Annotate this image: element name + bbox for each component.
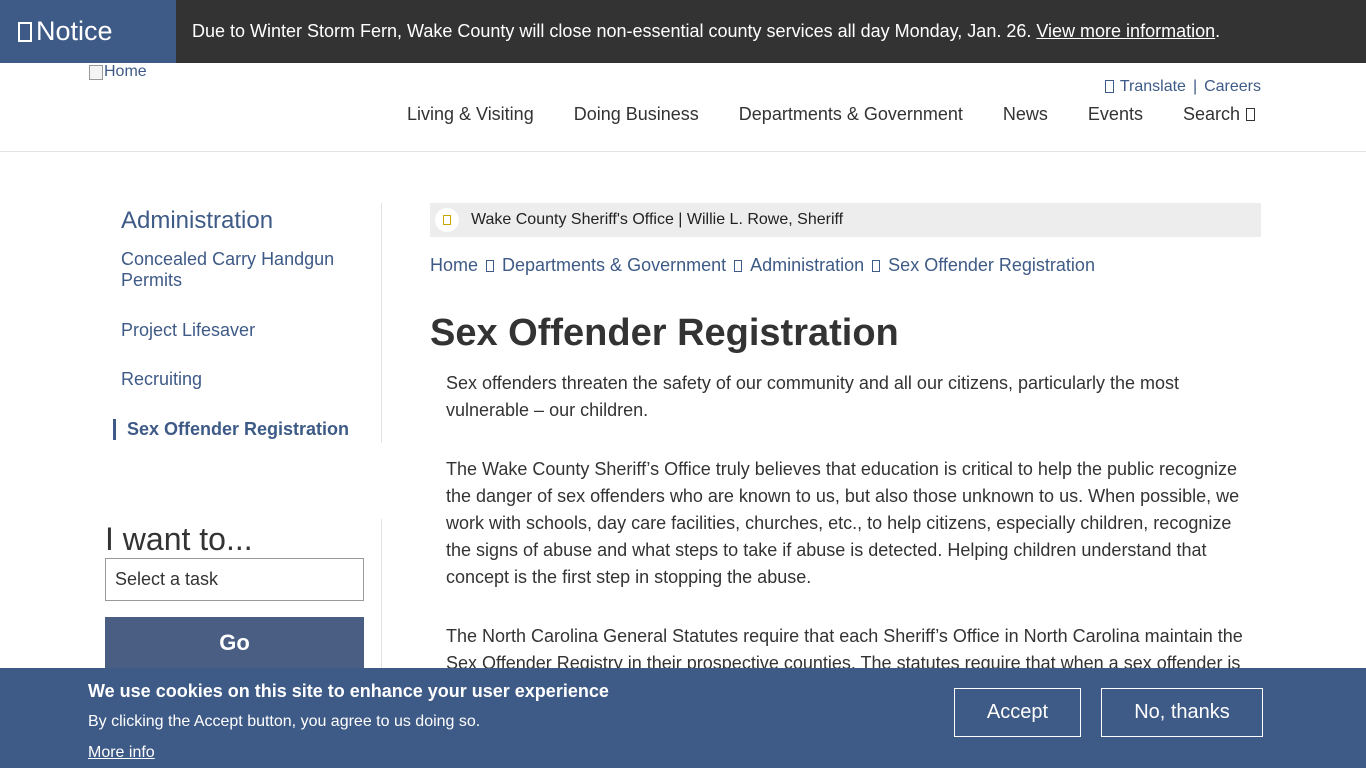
- nav-events[interactable]: Events: [1088, 104, 1143, 125]
- site-header: Home Translate | Careers Living & Visiti…: [0, 63, 1366, 152]
- i-want-to-heading: I want to...: [105, 521, 253, 557]
- body-paragraph-2: The Wake County Sheriff’s Office truly b…: [446, 459, 1240, 587]
- page-title: Sex Offender Registration: [430, 312, 899, 354]
- notice-tag-label: Notice: [36, 16, 113, 46]
- cookie-heading: We use cookies on this site to enhance y…: [88, 681, 609, 701]
- notice-message: Due to Winter Storm Fern, Wake County wi…: [192, 0, 1220, 63]
- go-button[interactable]: Go: [105, 617, 364, 669]
- nav-doing-business[interactable]: Doing Business: [574, 104, 699, 125]
- i-want-to-widget: I want to... Select a task Go: [105, 519, 382, 679]
- chevron-right-icon: [872, 259, 881, 272]
- breadcrumb: Home Departments & Government Administra…: [430, 255, 1095, 276]
- sheriff-badge-icon: [435, 208, 459, 232]
- notice-suffix: .: [1215, 21, 1221, 41]
- broken-image-icon: [89, 64, 103, 80]
- chevron-right-icon: [486, 259, 495, 272]
- cookie-consent-banner: We use cookies on this site to enhance y…: [0, 668, 1366, 768]
- nav-news[interactable]: News: [1003, 104, 1048, 125]
- cookie-subtext: By clicking the Accept button, you agree…: [88, 713, 481, 730]
- emergency-notice-bar: Notice Due to Winter Storm Fern, Wake Co…: [0, 0, 1366, 63]
- globe-icon: [1104, 80, 1114, 94]
- nav-living-visiting[interactable]: Living & Visiting: [407, 104, 534, 125]
- sidebar-item-recruiting[interactable]: Recruiting: [121, 369, 361, 390]
- careers-link[interactable]: Careers: [1204, 78, 1261, 96]
- notice-more-link[interactable]: View more information: [1036, 21, 1215, 42]
- main-nav: Living & Visiting Doing Business Departm…: [407, 104, 1261, 125]
- sidebar-item-concealed-carry[interactable]: Concealed Carry Handgun Permits: [121, 249, 361, 291]
- chevron-right-icon: [734, 259, 743, 272]
- breadcrumb-home[interactable]: Home: [430, 255, 478, 276]
- breadcrumb-administration[interactable]: Administration: [750, 255, 864, 276]
- body-paragraph-1: Sex offenders threaten the safety of our…: [446, 373, 1180, 420]
- nav-search-label: Search: [1182, 104, 1240, 124]
- cookie-more-info-link[interactable]: More info: [88, 744, 155, 762]
- utility-separator: |: [1192, 78, 1198, 95]
- utility-nav: Translate | Careers: [1104, 78, 1261, 96]
- sidebar-item-project-lifesaver[interactable]: Project Lifesaver: [121, 320, 361, 341]
- notice-message-text: Due to Winter Storm Fern, Wake County wi…: [192, 21, 1032, 41]
- sidebar-title-link[interactable]: Administration: [121, 207, 273, 235]
- translate-label: Translate: [1119, 78, 1186, 95]
- agency-banner: Wake County Sheriff's Office | Willie L.…: [430, 203, 1261, 237]
- agency-banner-text: Wake County Sheriff's Office | Willie L.…: [471, 211, 844, 228]
- sidebar-item-sex-offender-registration[interactable]: Sex Offender Registration: [113, 419, 353, 440]
- breadcrumb-departments[interactable]: Departments & Government: [502, 255, 726, 276]
- translate-link[interactable]: Translate: [1104, 78, 1186, 96]
- logo-alt-text: Home: [104, 63, 147, 80]
- home-logo-link[interactable]: Home: [89, 63, 147, 81]
- task-select[interactable]: Select a task: [105, 558, 364, 601]
- notice-tag: Notice: [0, 0, 176, 63]
- alert-icon: [18, 21, 32, 42]
- search-icon: [1246, 108, 1255, 121]
- nav-search[interactable]: Search: [1183, 104, 1261, 125]
- nav-departments-government[interactable]: Departments & Government: [739, 104, 963, 125]
- section-sidebar: Administration Concealed Carry Handgun P…: [105, 203, 382, 443]
- cookie-decline-button[interactable]: No, thanks: [1101, 688, 1263, 737]
- breadcrumb-current[interactable]: Sex Offender Registration: [888, 255, 1095, 276]
- cookie-accept-button[interactable]: Accept: [954, 688, 1081, 737]
